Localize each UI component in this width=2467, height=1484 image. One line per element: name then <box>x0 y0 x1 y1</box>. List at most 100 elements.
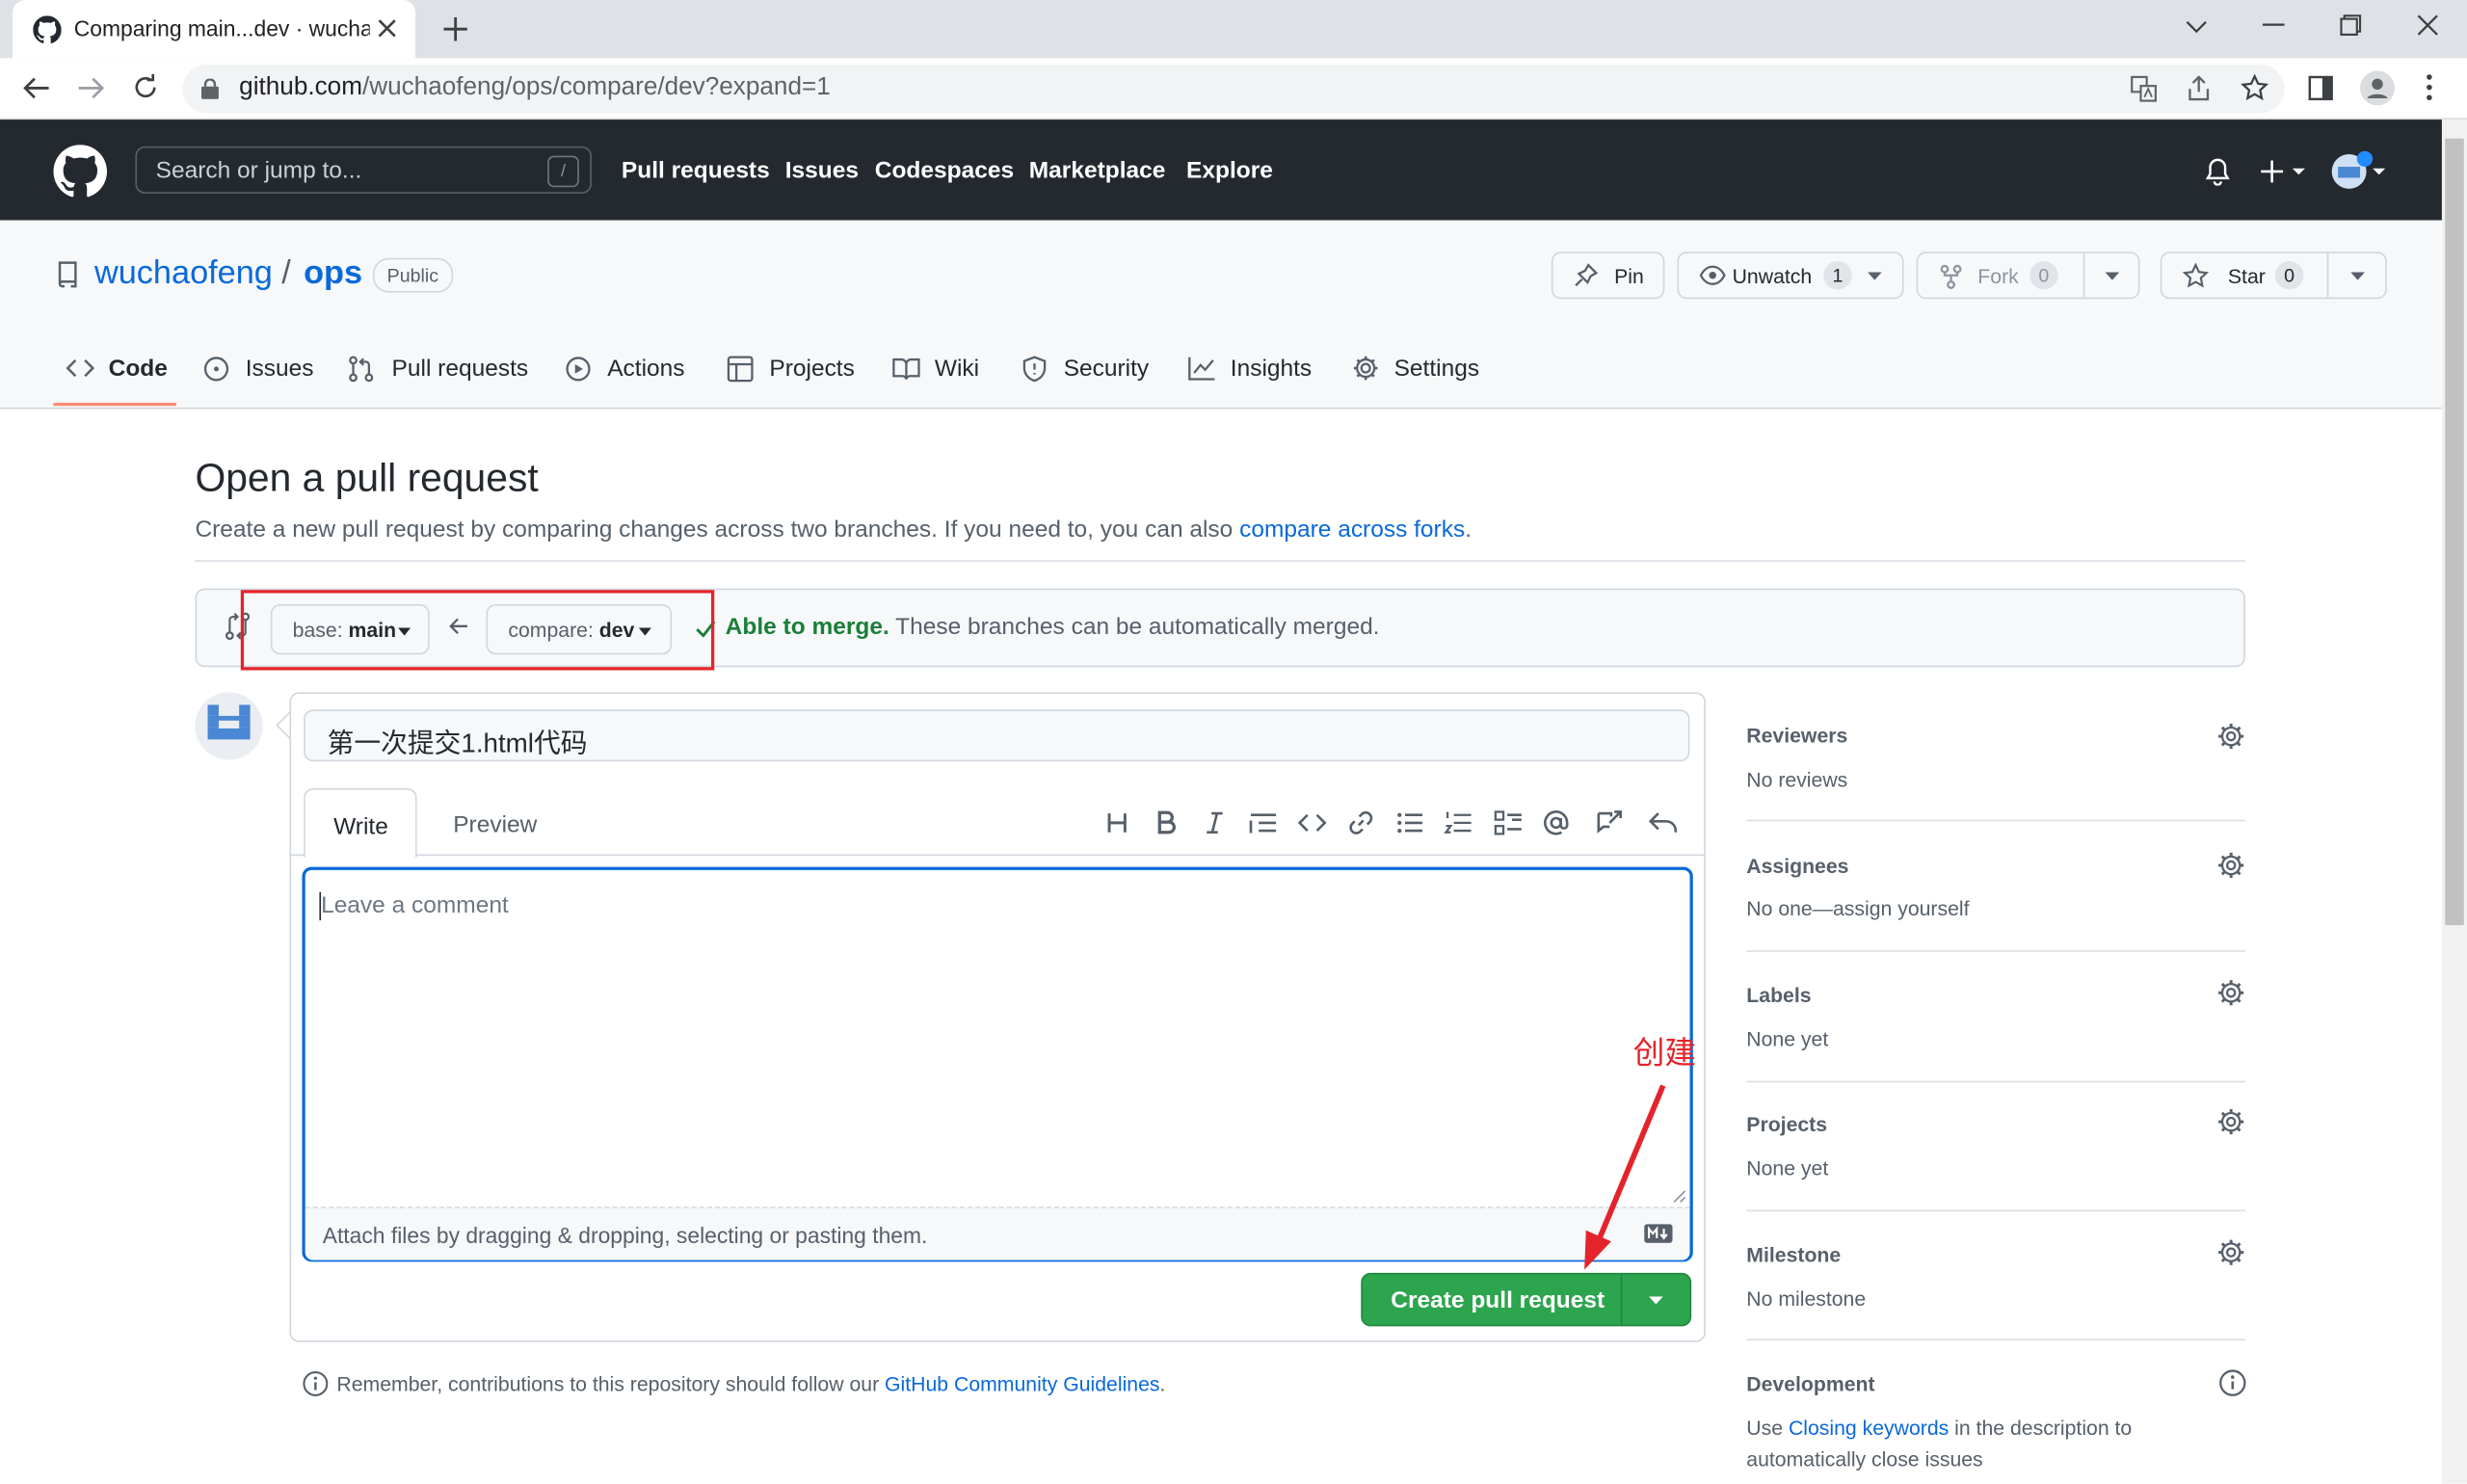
sidebar-projects-value: None yet <box>1746 1156 1829 1180</box>
visibility-badge: Public <box>372 257 453 293</box>
tab-insights[interactable]: Insights <box>1231 356 1312 383</box>
pin-label: Pin <box>1614 264 1644 288</box>
link-icon[interactable] <box>1345 808 1377 839</box>
back-icon[interactable] <box>22 75 50 100</box>
quote-icon[interactable] <box>1248 808 1280 839</box>
page-scrollbar[interactable] <box>2441 119 2467 1484</box>
chevron-down-icon[interactable] <box>2350 272 2365 281</box>
settings-gear-icon <box>1353 356 1378 381</box>
info-icon <box>303 1370 329 1396</box>
close-tab-icon[interactable] <box>378 19 397 39</box>
share-icon[interactable] <box>2186 75 2213 102</box>
milestone-gear-icon[interactable] <box>2216 1238 2244 1266</box>
url-text[interactable]: github.com/wuchaofeng/ops/compare/dev?ex… <box>239 74 831 102</box>
comment-textarea[interactable]: Leave a comment Attach files by dragging… <box>302 866 1693 1262</box>
compare-across-forks-link[interactable]: compare across forks <box>1239 517 1465 543</box>
restore-icon[interactable] <box>2340 14 2362 37</box>
url-path: /wuchaofeng/ops/compare/dev?expand=1 <box>361 73 831 101</box>
code-icon[interactable] <box>1296 808 1328 839</box>
tab-search-icon[interactable] <box>2186 19 2208 35</box>
ordered-list-icon[interactable] <box>1443 808 1474 839</box>
heading-icon[interactable] <box>1101 808 1133 839</box>
sidebar-assignees-heading[interactable]: Assignees <box>1746 855 1848 878</box>
unwatch-button[interactable]: Unwatch 1 <box>1677 252 1904 300</box>
closing-keywords-link[interactable]: Closing keywords <box>1789 1416 1949 1439</box>
avatar[interactable] <box>195 692 263 760</box>
pin-button[interactable]: Pin <box>1551 252 1665 300</box>
task-list-icon[interactable] <box>1493 808 1525 839</box>
projects-table-icon <box>727 356 754 383</box>
new-tab-icon[interactable] <box>443 16 467 41</box>
bold-icon[interactable] <box>1151 808 1182 839</box>
tab-preview[interactable]: Preview <box>453 811 537 838</box>
close-window-icon[interactable] <box>2417 14 2439 37</box>
tab-pull-requests[interactable]: Pull requests <box>392 356 529 383</box>
sidebar-labels-heading[interactable]: Labels <box>1746 983 1811 1006</box>
tab-projects[interactable]: Projects <box>769 356 854 383</box>
nav-issues[interactable]: Issues <box>785 157 859 184</box>
bookmark-star-icon[interactable] <box>2241 73 2269 102</box>
dev-text-before: Use <box>1746 1416 1789 1440</box>
cross-reference-icon[interactable] <box>1594 808 1626 839</box>
tab-code[interactable]: Code <box>109 356 168 383</box>
subtitle-text: Create a new pull request by comparing c… <box>195 516 1240 543</box>
search-input[interactable]: Search or jump to... / <box>135 146 592 194</box>
browser-toolbar: github.com/wuchaofeng/ops/compare/dev?ex… <box>0 58 2467 120</box>
browser-menu-icon[interactable] <box>2427 74 2433 101</box>
chevron-down-icon[interactable] <box>2105 272 2120 281</box>
notifications-bell-icon[interactable] <box>2204 157 2231 186</box>
nav-explore[interactable]: Explore <box>1186 157 1273 184</box>
projects-gear-icon[interactable] <box>2216 1107 2244 1135</box>
pr-title-input[interactable]: 第一次提交1.html代码 <box>304 709 1690 762</box>
community-guidelines-link[interactable]: GitHub Community Guidelines <box>885 1372 1159 1395</box>
merge-status-label: Able to merge. <box>725 613 889 641</box>
dev-text-after: in the description to <box>1949 1416 2133 1440</box>
repo-name-link[interactable]: ops <box>304 254 362 292</box>
sidebar-projects-heading[interactable]: Projects <box>1746 1112 1827 1135</box>
chevron-down-icon[interactable] <box>1649 1296 1663 1306</box>
tab-actions[interactable]: Actions <box>607 356 684 383</box>
fork-button[interactable]: Fork 0 <box>1916 252 2140 300</box>
reviewers-gear-icon[interactable] <box>2216 722 2244 750</box>
sidebar-reviewers-heading[interactable]: Reviewers <box>1746 724 1847 747</box>
tab-issues[interactable]: Issues <box>246 356 314 383</box>
profile-icon[interactable] <box>2360 70 2395 106</box>
scrollbar-thumb[interactable] <box>2445 138 2464 926</box>
nav-marketplace[interactable]: Marketplace <box>1029 157 1166 184</box>
repo-owner-link[interactable]: wuchaofeng <box>94 254 273 292</box>
reload-icon[interactable] <box>132 73 159 101</box>
tab-write[interactable]: Write <box>304 787 417 858</box>
attach-files-bar[interactable]: Attach files by dragging & dropping, sel… <box>305 1206 1690 1260</box>
mention-icon[interactable] <box>1540 808 1572 839</box>
nav-codespaces[interactable]: Codespaces <box>875 157 1014 184</box>
create-pull-request-button[interactable]: Create pull request <box>1361 1272 1692 1327</box>
create-new-plus-icon[interactable] <box>2260 159 2307 184</box>
unordered-list-icon[interactable] <box>1394 808 1426 839</box>
editor-tab-divider <box>291 854 1705 857</box>
tab-security[interactable]: Security <box>1064 356 1149 383</box>
browser-tab[interactable]: Comparing main...dev · wuchaofeng/ops <box>13 0 416 59</box>
assignees-gear-icon[interactable] <box>2216 851 2244 879</box>
development-info-icon[interactable] <box>2218 1368 2246 1396</box>
github-logo-icon[interactable] <box>53 145 108 199</box>
tab-settings[interactable]: Settings <box>1394 356 1479 383</box>
lock-icon[interactable] <box>200 78 219 99</box>
minimize-icon[interactable] <box>2262 23 2285 26</box>
sidebar-assignees-value[interactable]: No one—assign yourself <box>1746 897 1969 920</box>
translate-icon[interactable] <box>2131 75 2158 102</box>
tab-wiki[interactable]: Wiki <box>935 356 979 383</box>
user-avatar-menu-icon[interactable] <box>2330 149 2387 190</box>
reply-icon[interactable] <box>1647 808 1679 839</box>
address-bar[interactable]: github.com/wuchaofeng/ops/compare/dev?ex… <box>182 64 2285 114</box>
star-button[interactable]: Star 0 <box>2160 252 2387 300</box>
page-subtitle: Create a new pull request by comparing c… <box>195 517 1472 543</box>
sidebar-milestone-heading[interactable]: Milestone <box>1746 1243 1841 1266</box>
nav-pull-requests[interactable]: Pull requests <box>622 157 770 184</box>
labels-gear-icon[interactable] <box>2216 979 2244 1007</box>
resize-handle-icon[interactable] <box>1673 1189 1687 1204</box>
forward-icon[interactable] <box>77 75 105 100</box>
italic-icon[interactable] <box>1199 808 1231 839</box>
page-title: Open a pull request <box>195 456 539 501</box>
side-panel-icon[interactable] <box>2308 75 2333 101</box>
merge-status: Able to merge. These branches can be aut… <box>726 614 1380 641</box>
